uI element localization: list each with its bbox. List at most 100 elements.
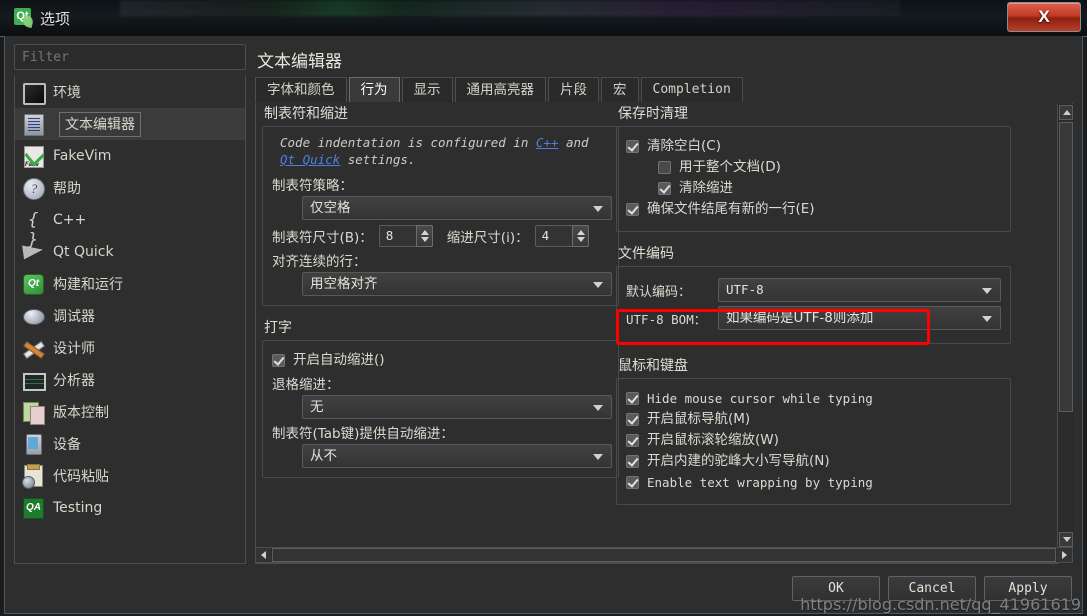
utf8-bom-select[interactable]: 如果编码是UTF-8则添加 bbox=[718, 306, 1001, 330]
hide-mouse-cursor-checkbox[interactable]: Hide mouse cursor while typing bbox=[626, 390, 1001, 407]
backspace-indent-select[interactable]: 无 bbox=[302, 395, 612, 419]
horizontal-scroll-thumb[interactable] bbox=[272, 548, 1056, 562]
sidebar-item-label: 帮助 bbox=[53, 181, 81, 197]
typing-group-title: 打字 bbox=[264, 320, 292, 336]
close-button[interactable]: X bbox=[1007, 2, 1081, 32]
clean-whitespace-checkbox[interactable]: 清除空白(C) bbox=[626, 138, 1001, 155]
tab-font-colors[interactable]: 字体和颜色 bbox=[255, 77, 347, 102]
scroll-left-button[interactable] bbox=[256, 548, 271, 562]
qt-quick-settings-link[interactable]: Qt Quick bbox=[280, 152, 340, 167]
sidebar-item-help[interactable]: 帮助 bbox=[15, 172, 245, 204]
mouse-navigation-checkbox[interactable]: 开启鼠标导航(M) bbox=[626, 411, 1001, 428]
scroll-right-button[interactable] bbox=[1057, 548, 1072, 562]
tab-bar: 字体和颜色 行为 显示 通用高亮器 片段 宏 Completion bbox=[255, 77, 1073, 104]
checkbox-icon bbox=[626, 203, 639, 216]
tab-policy-select[interactable]: 仅空格 bbox=[302, 196, 612, 220]
tab-key-indent-select[interactable]: 从不 bbox=[302, 444, 612, 468]
sidebar-item-qt-quick[interactable]: Qt Quick bbox=[15, 236, 245, 268]
text-wrapping-label: Enable text wrapping by typing bbox=[647, 475, 873, 490]
checkbox-icon bbox=[626, 392, 639, 405]
cpp-settings-link[interactable]: C++ bbox=[536, 135, 559, 150]
default-encoding-value: UTF-8 bbox=[726, 282, 764, 297]
sidebar-item-label: 分析器 bbox=[53, 373, 95, 389]
tab-key-indent-value: 从不 bbox=[310, 448, 337, 464]
sidebar-item-code-paste[interactable]: 代码粘贴 bbox=[15, 460, 245, 492]
sidebar-item-testing[interactable]: Testing bbox=[15, 492, 245, 524]
clean-whitespace-label: 清除空白(C) bbox=[647, 138, 721, 154]
in-entire-document-label: 用于整个文档(D) bbox=[679, 159, 781, 175]
chevron-down-icon bbox=[593, 405, 603, 411]
scroll-up-button[interactable] bbox=[1059, 105, 1073, 120]
sidebar-item-label: 环境 bbox=[53, 85, 81, 101]
horizontal-scrollbar[interactable] bbox=[255, 547, 1073, 563]
sidebar-item-label: Testing bbox=[53, 500, 103, 516]
sidebar-item-devices[interactable]: 设备 bbox=[15, 428, 245, 460]
sidebar-item-analyzer[interactable]: 分析器 bbox=[15, 364, 245, 396]
hide-mouse-cursor-label: Hide mouse cursor while typing bbox=[647, 391, 873, 406]
sidebar-item-cpp[interactable]: { } C++ bbox=[15, 204, 245, 250]
utf8-bom-label: UTF-8 BOM： bbox=[626, 311, 707, 327]
text-wrapping-checkbox[interactable]: Enable text wrapping by typing bbox=[626, 474, 1001, 491]
title-bar-background-artifact bbox=[120, 0, 900, 16]
stepper-arrows-icon[interactable] bbox=[571, 225, 589, 247]
default-encoding-label: 默认编码： bbox=[626, 284, 692, 300]
sidebar-item-debugger[interactable]: 调试器 bbox=[15, 300, 245, 332]
in-entire-document-checkbox[interactable]: 用于整个文档(D) bbox=[658, 159, 1001, 176]
utf8-bom-value: 如果编码是UTF-8则添加 bbox=[726, 310, 874, 326]
vertical-scrollbar[interactable] bbox=[1057, 104, 1074, 564]
ensure-newline-checkbox[interactable]: 确保文件结尾有新的一行(E) bbox=[626, 201, 1001, 218]
align-continuation-select[interactable]: 用空格对齐 bbox=[302, 272, 612, 296]
encoding-group-title: 文件编码 bbox=[618, 246, 674, 262]
cpp-icon: { } bbox=[27, 210, 39, 250]
note-middle: and bbox=[558, 135, 589, 150]
tab-snippets[interactable]: 片段 bbox=[548, 77, 599, 102]
camel-case-navigation-label: 开启内建的驼峰大小写导航(N) bbox=[647, 453, 830, 469]
align-continuation-value: 用空格对齐 bbox=[310, 276, 378, 292]
scroll-wheel-zoom-checkbox[interactable]: 开启鼠标滚轮缩放(W) bbox=[626, 432, 1001, 449]
sidebar-item-label: 代码粘贴 bbox=[53, 469, 109, 485]
sidebar-item-environment[interactable]: 环境 bbox=[15, 76, 245, 108]
tab-generic-highlighter[interactable]: 通用高亮器 bbox=[454, 77, 546, 102]
backspace-indent-value: 无 bbox=[310, 399, 324, 415]
dialog-body: 环境 文本编辑器 Fake FakeVim 帮助 { } C++ bbox=[4, 36, 1083, 614]
sidebar-item-label: 调试器 bbox=[53, 309, 95, 325]
filter-input[interactable] bbox=[14, 44, 246, 70]
clean-indentation-checkbox[interactable]: 清除缩进 bbox=[658, 180, 1001, 197]
sidebar-item-fakevim[interactable]: Fake FakeVim bbox=[15, 140, 245, 172]
tab-behavior[interactable]: 行为 bbox=[348, 77, 400, 102]
sidebar-item-label: 构建和运行 bbox=[53, 277, 123, 293]
tab-size-label: 制表符尺寸(B)： bbox=[272, 230, 373, 246]
code-paste-icon bbox=[21, 464, 45, 489]
sidebar-item-version-control[interactable]: 版本控制 bbox=[15, 396, 245, 428]
tab-completion[interactable]: Completion bbox=[640, 77, 743, 102]
camel-case-navigation-checkbox[interactable]: 开启内建的驼峰大小写导航(N) bbox=[626, 453, 1001, 470]
sidebar-item-text-editor[interactable]: 文本编辑器 bbox=[15, 108, 245, 140]
tab-key-indent-label: 制表符(Tab键)提供自动缩进： bbox=[272, 426, 454, 442]
sidebar-item-designer[interactable]: 设计师 bbox=[15, 332, 245, 364]
testing-icon bbox=[21, 496, 45, 520]
stepper-arrows-icon[interactable] bbox=[415, 225, 433, 247]
default-encoding-select[interactable]: UTF-8 bbox=[718, 278, 1001, 302]
checkbox-icon bbox=[272, 354, 285, 367]
cleanup-group-title: 保存时清理 bbox=[618, 106, 688, 122]
tab-policy-label: 制表符策略： bbox=[272, 178, 353, 194]
tab-display[interactable]: 显示 bbox=[401, 77, 453, 102]
tab-policy-value: 仅空格 bbox=[310, 200, 351, 216]
checkbox-icon bbox=[626, 476, 639, 489]
sidebar: 环境 文本编辑器 Fake FakeVim 帮助 { } C++ bbox=[14, 44, 246, 564]
debugger-icon bbox=[21, 304, 45, 328]
auto-indent-label: 开启自动缩进() bbox=[293, 352, 385, 368]
settings-scroll-area: 制表符和缩进 Code indentation is configured in… bbox=[255, 103, 1073, 564]
tab-macros[interactable]: 宏 bbox=[601, 77, 639, 102]
auto-indent-checkbox[interactable]: 开启自动缩进() bbox=[272, 352, 609, 369]
vertical-scroll-thumb[interactable] bbox=[1059, 122, 1073, 412]
mouse-navigation-label: 开启鼠标导航(M) bbox=[647, 411, 751, 427]
scroll-down-button[interactable] bbox=[1059, 532, 1073, 547]
tab-size-stepper[interactable]: 8 bbox=[378, 225, 433, 247]
indent-size-value: 4 bbox=[541, 228, 550, 243]
default-encoding-row: 默认编码： UTF-8 bbox=[626, 278, 1001, 302]
qt-quick-icon bbox=[21, 240, 45, 264]
sidebar-item-label: Qt Quick bbox=[53, 244, 114, 260]
indent-size-stepper[interactable]: 4 bbox=[534, 225, 589, 247]
sidebar-item-build-run[interactable]: 构建和运行 bbox=[15, 268, 245, 300]
